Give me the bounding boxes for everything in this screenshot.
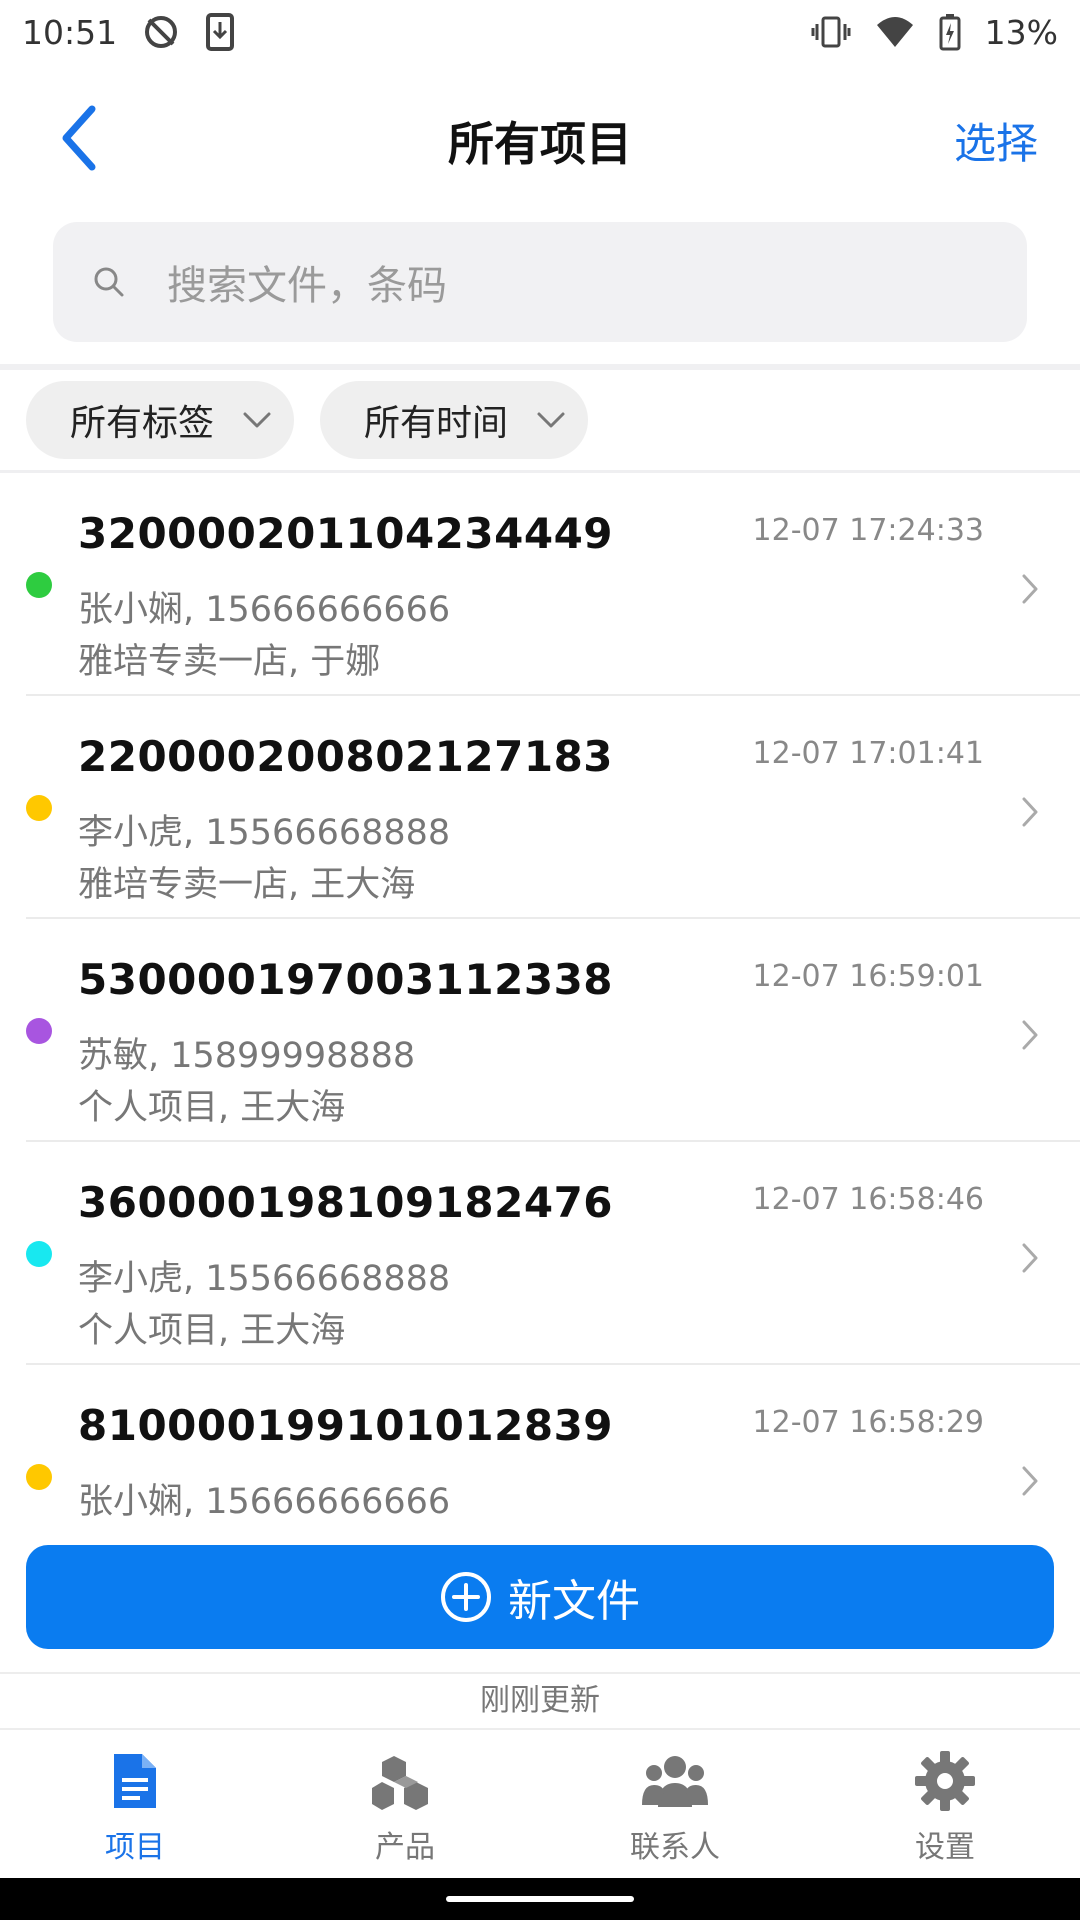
battery-level: 13% — [984, 12, 1058, 52]
sync-off-icon — [141, 12, 181, 52]
item-code: 320000201104234449 — [78, 509, 614, 558]
time-filter-label: 所有时间 — [364, 403, 509, 444]
status-dot — [26, 572, 52, 598]
status-dot — [26, 1018, 52, 1044]
chevron-down-icon — [242, 410, 272, 430]
chevron-right-icon — [1020, 1461, 1050, 1501]
item-time: 12-07 16:59:01 — [752, 959, 984, 994]
tag-filter-dropdown[interactable]: 所有标签 — [26, 381, 294, 459]
chevron-right-icon — [1020, 792, 1050, 832]
chevron-down-icon — [536, 410, 566, 430]
search-icon — [93, 262, 133, 302]
tab-label: 产品 — [375, 1830, 435, 1865]
time-filter-dropdown[interactable]: 所有时间 — [320, 381, 588, 459]
status-dot — [26, 1464, 52, 1490]
item-code: 530000197003112338 — [78, 955, 614, 1004]
new-file-button[interactable]: 新文件 — [26, 1545, 1054, 1649]
list-item[interactable]: 320000201104234449 12-07 17:24:33 张小娴, 1… — [0, 473, 1080, 696]
item-code: 360000198109182476 — [78, 1178, 614, 1227]
tab-label: 项目 — [105, 1830, 165, 1865]
tab-label: 联系人 — [630, 1830, 720, 1865]
status-bar: 10:51 13% — [0, 0, 1080, 64]
item-store: 雅培专卖一店, 王大海 — [78, 865, 416, 905]
item-contact: 李小虎, 15566668888 — [78, 1259, 451, 1299]
item-code: 810000199101012839 — [78, 1401, 614, 1450]
item-time: 12-07 17:24:33 — [752, 513, 984, 548]
list-item[interactable]: 530000197003112338 12-07 16:59:01 苏敏, 15… — [0, 919, 1080, 1142]
chevron-right-icon — [1020, 1015, 1050, 1055]
status-time: 10:51 — [22, 12, 118, 52]
status-dot — [26, 795, 52, 821]
item-contact: 李小虎, 15566668888 — [78, 813, 451, 853]
item-time: 12-07 16:58:29 — [752, 1405, 984, 1440]
item-store: 雅培专卖一店, 于娜 — [78, 642, 381, 682]
search-placeholder: 搜索文件，条码 — [167, 263, 447, 309]
chevron-right-icon — [1020, 1238, 1050, 1278]
wifi-icon — [875, 15, 915, 49]
divider — [0, 364, 1080, 370]
new-file-label: 新文件 — [508, 1576, 640, 1627]
item-time: 12-07 17:01:41 — [752, 736, 984, 771]
project-list: 320000201104234449 12-07 17:24:33 张小娴, 1… — [0, 473, 1080, 1525]
home-handle[interactable] — [446, 1896, 634, 1902]
list-item[interactable]: 360000198109182476 12-07 16:58:46 李小虎, 1… — [0, 1142, 1080, 1365]
item-contact: 张小娴, 15666666666 — [78, 590, 451, 630]
item-contact: 张小娴, 15666666666 — [78, 1482, 451, 1522]
update-status: 刚刚更新 — [480, 1683, 600, 1718]
people-icon — [640, 1746, 710, 1816]
gear-icon — [910, 1746, 980, 1816]
battery-charging-icon — [939, 13, 961, 51]
item-store: 个人项目, 王大海 — [78, 1088, 346, 1128]
document-icon — [100, 1746, 170, 1816]
list-item[interactable]: 810000199101012839 12-07 16:58:29 张小娴, 1… — [0, 1365, 1080, 1525]
boxes-icon — [370, 1746, 440, 1816]
select-button[interactable]: 选择 — [954, 110, 1038, 171]
chevron-right-icon — [1020, 569, 1050, 609]
tab-products[interactable]: 产品 — [270, 1730, 540, 1878]
tab-projects[interactable]: 项目 — [0, 1730, 270, 1878]
vibrate-icon — [811, 14, 851, 50]
search-input[interactable]: 搜索文件，条码 — [53, 222, 1027, 342]
header: 所有项目 选择 — [0, 84, 1080, 194]
item-time: 12-07 16:58:46 — [752, 1182, 984, 1217]
list-item[interactable]: 220000200802127183 12-07 17:01:41 李小虎, 1… — [0, 696, 1080, 919]
filter-bar: 所有标签 所有时间 — [26, 381, 588, 459]
download-icon — [205, 12, 235, 52]
system-nav-bar — [0, 1878, 1080, 1920]
tab-contacts[interactable]: 联系人 — [540, 1730, 810, 1878]
status-dot — [26, 1241, 52, 1267]
item-contact: 苏敏, 15899998888 — [78, 1036, 416, 1076]
plus-circle-icon — [440, 1571, 492, 1623]
page-title: 所有项目 — [448, 117, 632, 171]
tab-settings[interactable]: 设置 — [810, 1730, 1080, 1878]
tab-bar: 项目 产品 联系人 设置 — [0, 1730, 1080, 1878]
item-code: 220000200802127183 — [78, 732, 614, 781]
tab-label: 设置 — [915, 1830, 975, 1865]
divider — [0, 1672, 1080, 1674]
tag-filter-label: 所有标签 — [70, 403, 215, 444]
item-store: 个人项目, 王大海 — [78, 1311, 346, 1351]
